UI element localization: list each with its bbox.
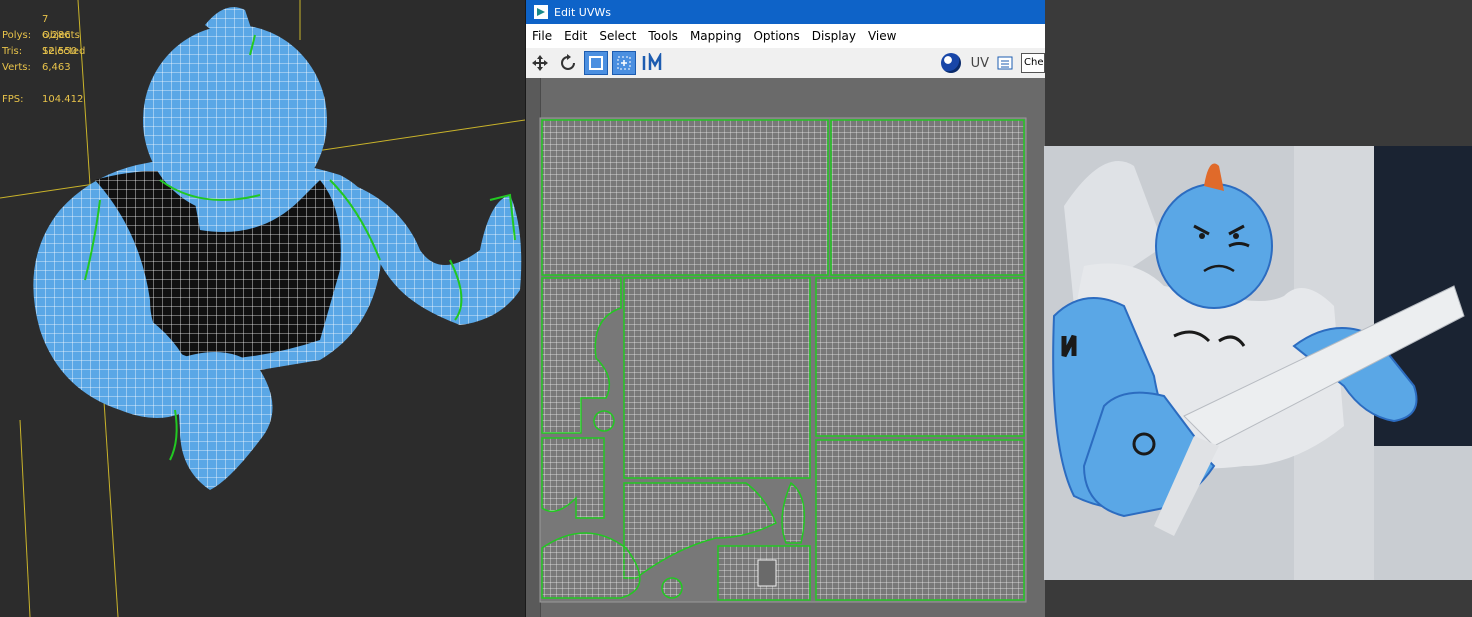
app-icon: [534, 5, 548, 19]
window-title: Edit UVWs: [554, 5, 611, 19]
edit-uvws-window: Edit UVWs File Edit Select Tools Mapping…: [525, 0, 1045, 617]
mirror-icon[interactable]: [640, 51, 664, 75]
menu-bar: File Edit Select Tools Mapping Options D…: [526, 24, 1045, 48]
menu-options[interactable]: Options: [747, 29, 805, 43]
menu-file[interactable]: File: [526, 29, 558, 43]
freeform-icon[interactable]: [612, 51, 636, 75]
uv-layout: [539, 117, 1027, 603]
uv-toolbar: UV Che: [526, 48, 1045, 79]
uv-shell-torso-2: [815, 277, 1025, 437]
stat-value: 6,286: [42, 30, 71, 41]
uv-editor-canvas[interactable]: [526, 78, 1045, 617]
perspective-viewport[interactable]: 7 Objects Selected Polys: 6,286 Tris: 12,5…: [0, 0, 525, 617]
checker-pattern-icon[interactable]: [940, 53, 961, 73]
menu-mapping[interactable]: Mapping: [684, 29, 748, 43]
uv-shell-back: [830, 119, 1025, 276]
menu-view[interactable]: View: [862, 29, 902, 43]
title-bar[interactable]: Edit UVWs: [526, 0, 1045, 24]
rendered-character: [1044, 146, 1472, 580]
move-icon[interactable]: [528, 51, 552, 75]
list-icon[interactable]: [993, 51, 1017, 75]
stat-label: Polys:: [2, 30, 32, 41]
menu-tools[interactable]: Tools: [642, 29, 684, 43]
uv-label: UV: [970, 55, 989, 71]
menu-display[interactable]: Display: [806, 29, 862, 43]
character-mesh: [33, 7, 522, 490]
uv-shell-head: [541, 119, 829, 276]
uv-shell-torso: [623, 277, 811, 479]
stat-value: 12,550: [42, 46, 77, 57]
stat-label: Verts:: [2, 62, 31, 73]
uv-shell-leg: [815, 439, 1025, 601]
rotate-icon[interactable]: [556, 51, 580, 75]
stat-label: Tris:: [2, 46, 23, 57]
scale-icon[interactable]: [584, 51, 608, 75]
stat-label: FPS:: [2, 94, 24, 105]
render-preview: [1044, 146, 1472, 580]
menu-edit[interactable]: Edit: [558, 29, 593, 43]
stat-value: 104.412: [42, 94, 84, 105]
checker-dropdown[interactable]: Che: [1021, 53, 1045, 73]
menu-select[interactable]: Select: [593, 29, 642, 43]
uv-shell-round-1: [593, 410, 615, 432]
uv-shell-round-2: [661, 577, 683, 599]
stat-value: 6,463: [42, 62, 71, 73]
